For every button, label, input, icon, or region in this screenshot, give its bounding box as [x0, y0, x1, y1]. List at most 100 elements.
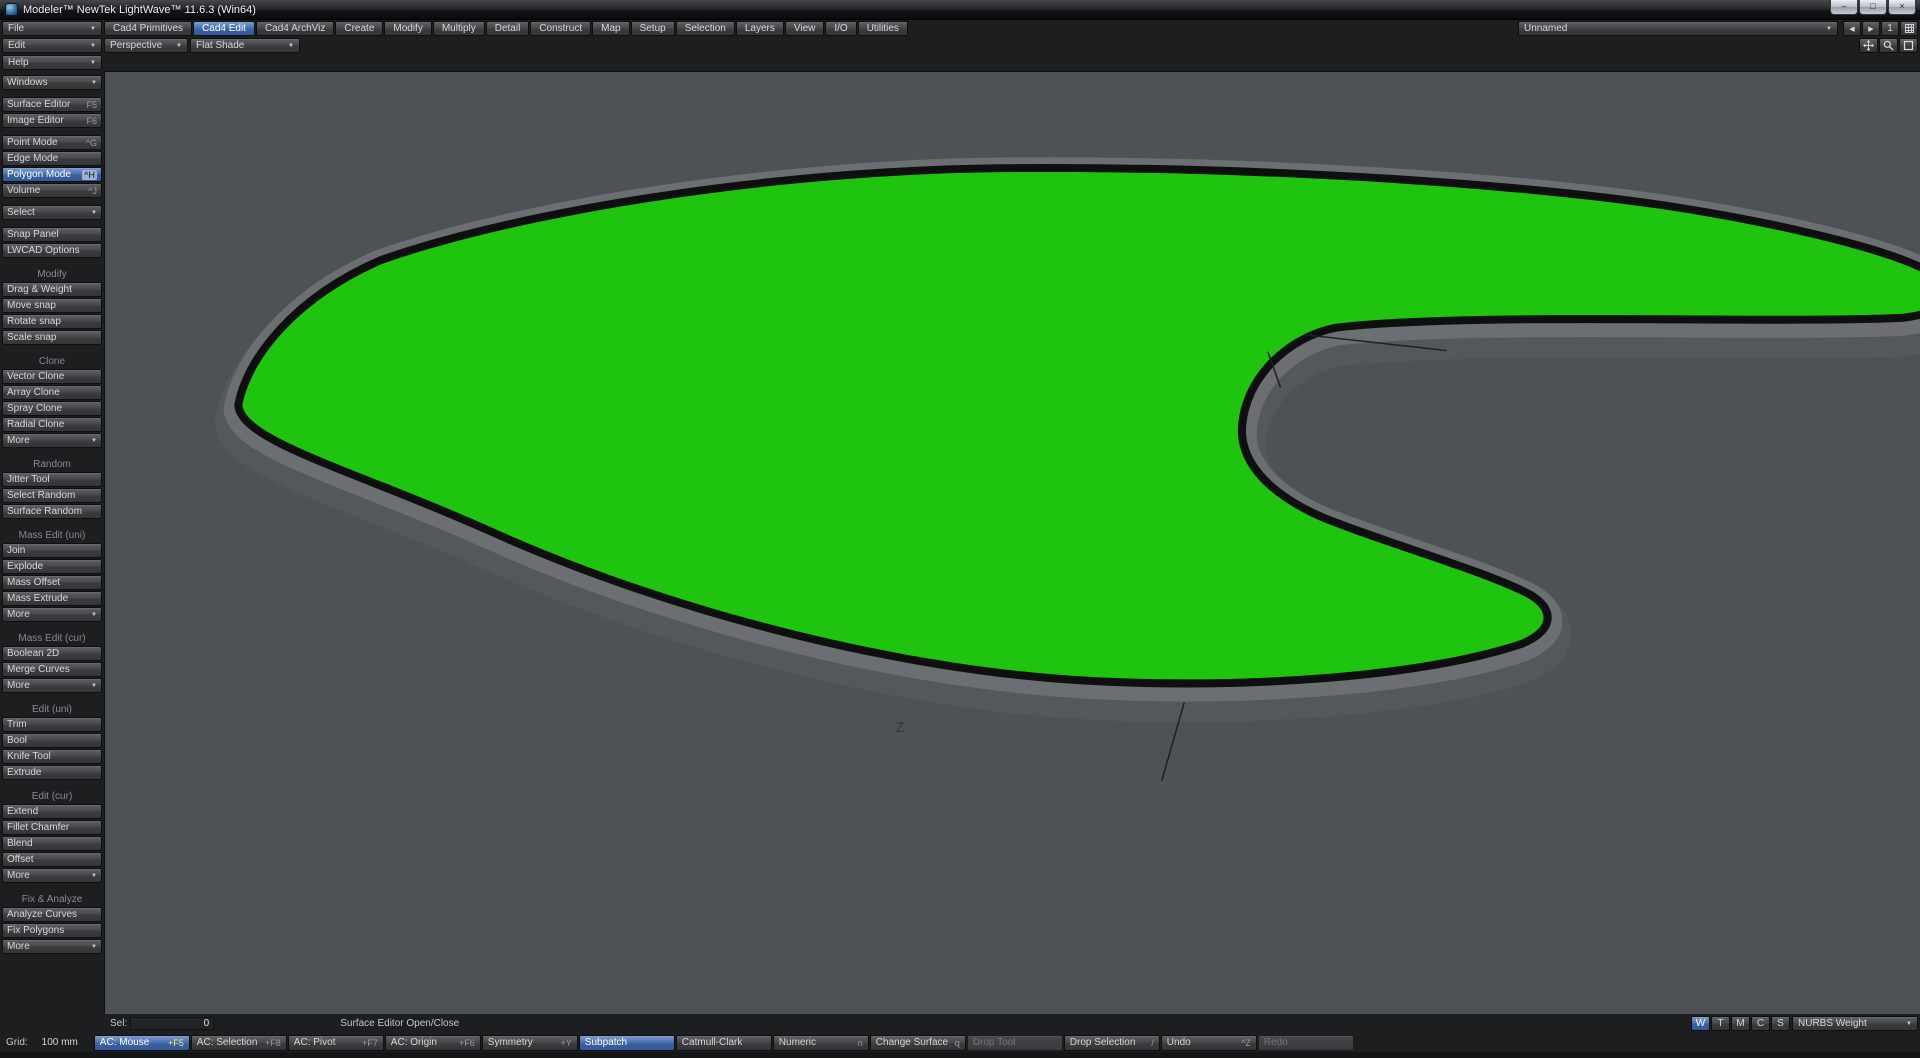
sidebar-item-bool[interactable]: Bool: [2, 733, 102, 748]
sidebar-item-edge-mode[interactable]: Edge Mode: [2, 151, 102, 166]
tab-multiply[interactable]: Multiply: [433, 21, 485, 36]
sidebar-item-select[interactable]: Select▼: [2, 205, 102, 220]
status-button-catmull-clark[interactable]: Catmull-Clark: [676, 1035, 772, 1051]
sidebar-item-blend[interactable]: Blend: [2, 836, 102, 851]
file-menu[interactable]: File ▼: [2, 21, 102, 36]
tab-cad4-edit[interactable]: Cad4 Edit: [193, 21, 255, 36]
sidebar-item-point-mode[interactable]: Point Mode^G: [2, 135, 102, 150]
tab-create[interactable]: Create: [335, 21, 383, 36]
tab-map[interactable]: Map: [592, 21, 629, 36]
sidebar-item-array-clone[interactable]: Array Clone: [2, 385, 102, 400]
sidebar-item-label: Bool: [7, 735, 27, 746]
vmap-toggle-s[interactable]: S: [1771, 1016, 1790, 1031]
tab-detail[interactable]: Detail: [486, 21, 530, 36]
sidebar-item-more[interactable]: More▼: [2, 607, 102, 622]
help-menu[interactable]: Help ▼: [2, 55, 102, 70]
tab-layers[interactable]: Layers: [736, 21, 784, 36]
sidebar-item-boolean-2d[interactable]: Boolean 2D: [2, 646, 102, 661]
sidebar-item-drag-weight[interactable]: Drag & Weight: [2, 282, 102, 297]
sidebar-item-windows[interactable]: Windows▼: [2, 75, 102, 90]
status-button-undo[interactable]: Undo^Z: [1161, 1035, 1257, 1051]
vmap-toggle-m[interactable]: M: [1731, 1016, 1750, 1031]
sidebar-item-surface-editor[interactable]: Surface EditorF5: [2, 97, 102, 112]
view-mode-selector[interactable]: Perspective ▼: [104, 38, 188, 53]
prev-object-button[interactable]: ◀: [1843, 21, 1861, 36]
sidebar-item-select-random[interactable]: Select Random: [2, 488, 102, 503]
sidebar-item-trim[interactable]: Trim: [2, 717, 102, 732]
sidebar-item-analyze-curves[interactable]: Analyze Curves: [2, 907, 102, 922]
sidebar-item-move-snap[interactable]: Move snap: [2, 298, 102, 313]
shade-mode-selector[interactable]: Flat Shade ▼: [190, 38, 300, 53]
status-bar-bottom: Grid: 100 mm AC: Mouse+F5AC: Selection+F…: [0, 1033, 1920, 1052]
tab-cad4-archviz[interactable]: Cad4 ArchViz: [256, 21, 334, 36]
viewport-canvas[interactable]: Z: [105, 72, 1920, 1014]
sidebar-item-more[interactable]: More▼: [2, 868, 102, 883]
window-bottom-edge: [0, 1052, 1920, 1058]
sidebar-item-mass-extrude[interactable]: Mass Extrude: [2, 591, 102, 606]
vmap-toggle-t[interactable]: T: [1711, 1016, 1730, 1031]
sidebar-item-more[interactable]: More▼: [2, 433, 102, 448]
maximize-button[interactable]: □: [1859, 0, 1887, 15]
status-button-drop-tool[interactable]: Drop Tool: [967, 1035, 1063, 1051]
tab-setup[interactable]: Setup: [631, 21, 675, 36]
tab-construct[interactable]: Construct: [530, 21, 591, 36]
status-button-ac-selection[interactable]: AC: Selection+F8: [191, 1035, 287, 1051]
sidebar-item-jitter-tool[interactable]: Jitter Tool: [2, 472, 102, 487]
tab-modify[interactable]: Modify: [384, 21, 431, 36]
sidebar-item-knife-tool[interactable]: Knife Tool: [2, 749, 102, 764]
sidebar-item-scale-snap[interactable]: Scale snap: [2, 330, 102, 345]
status-button-label: Catmull-Clark: [682, 1037, 743, 1048]
next-object-button[interactable]: ▶: [1862, 21, 1880, 36]
zoom-view-button[interactable]: [1879, 38, 1898, 53]
close-button[interactable]: ×: [1888, 0, 1916, 15]
tab-view[interactable]: View: [785, 21, 825, 36]
sidebar-item-vector-clone[interactable]: Vector Clone: [2, 369, 102, 384]
sidebar-item-extend[interactable]: Extend: [2, 804, 102, 819]
vmap-selector[interactable]: NURBS Weight ▼: [1792, 1016, 1918, 1031]
sidebar-item-fix-polygons[interactable]: Fix Polygons: [2, 923, 102, 938]
sidebar-item-more[interactable]: More▼: [2, 939, 102, 954]
sidebar-item-explode[interactable]: Explode: [2, 559, 102, 574]
status-button-ac-origin[interactable]: AC: Origin+F6: [385, 1035, 481, 1051]
status-button-redo[interactable]: Redo: [1258, 1035, 1354, 1051]
sidebar-item-offset[interactable]: Offset: [2, 852, 102, 867]
sidebar-item-merge-curves[interactable]: Merge Curves: [2, 662, 102, 677]
tab-i-o[interactable]: I/O: [825, 21, 856, 36]
status-button-ac-pivot[interactable]: AC: Pivot+F7: [288, 1035, 384, 1051]
sidebar-item-polygon-mode[interactable]: Polygon Mode^H: [2, 167, 102, 182]
status-button-change-surface[interactable]: Change Surfaceq: [870, 1035, 966, 1051]
tab-utilities[interactable]: Utilities: [858, 21, 908, 36]
tab-selection[interactable]: Selection: [676, 21, 735, 36]
sidebar-item-lwcad-options[interactable]: LWCAD Options: [2, 243, 102, 258]
tab-cad4-primitives[interactable]: Cad4 Primitives: [104, 21, 192, 36]
sidebar-item-spray-clone[interactable]: Spray Clone: [2, 401, 102, 416]
status-button-numeric[interactable]: Numericn: [773, 1035, 869, 1051]
layer-bank-button[interactable]: 1: [1881, 21, 1899, 36]
edit-menu[interactable]: Edit ▼: [2, 38, 102, 53]
status-button-ac-mouse[interactable]: AC: Mouse+F5: [94, 1035, 190, 1051]
vmap-toggle-w[interactable]: W: [1691, 1016, 1710, 1031]
sidebar-item-mass-offset[interactable]: Mass Offset: [2, 575, 102, 590]
maximize-view-button[interactable]: [1899, 38, 1918, 53]
sidebar-item-snap-panel[interactable]: Snap Panel: [2, 227, 102, 242]
sidebar-item-join[interactable]: Join: [2, 543, 102, 558]
vmap-toggle-c[interactable]: C: [1751, 1016, 1770, 1031]
sidebar-item-image-editor[interactable]: Image EditorF6: [2, 113, 102, 128]
sidebar-item-surface-random[interactable]: Surface Random: [2, 504, 102, 519]
object-selector[interactable]: Unnamed ▼: [1518, 21, 1838, 36]
pan-view-button[interactable]: [1859, 38, 1878, 53]
perspective-viewport[interactable]: Z: [104, 71, 1920, 1014]
status-button-symmetry[interactable]: Symmetry+Y: [482, 1035, 578, 1051]
status-button-subpatch[interactable]: Subpatch: [579, 1035, 675, 1051]
minimize-button[interactable]: –: [1830, 0, 1858, 15]
sidebar-item-extrude[interactable]: Extrude: [2, 765, 102, 780]
status-button-drop-selection[interactable]: Drop Selection/: [1064, 1035, 1160, 1051]
sidebar-item-more[interactable]: More▼: [2, 678, 102, 693]
sidebar-gap: [0, 519, 104, 525]
sidebar-item-rotate-snap[interactable]: Rotate snap: [2, 314, 102, 329]
sidebar-item-volume[interactable]: Volume^J: [2, 183, 102, 198]
layers-panel-button[interactable]: [1900, 21, 1918, 36]
sidebar-gap: [0, 128, 104, 134]
sidebar-item-radial-clone[interactable]: Radial Clone: [2, 417, 102, 432]
sidebar-item-fillet-chamfer[interactable]: Fillet Chamfer: [2, 820, 102, 835]
